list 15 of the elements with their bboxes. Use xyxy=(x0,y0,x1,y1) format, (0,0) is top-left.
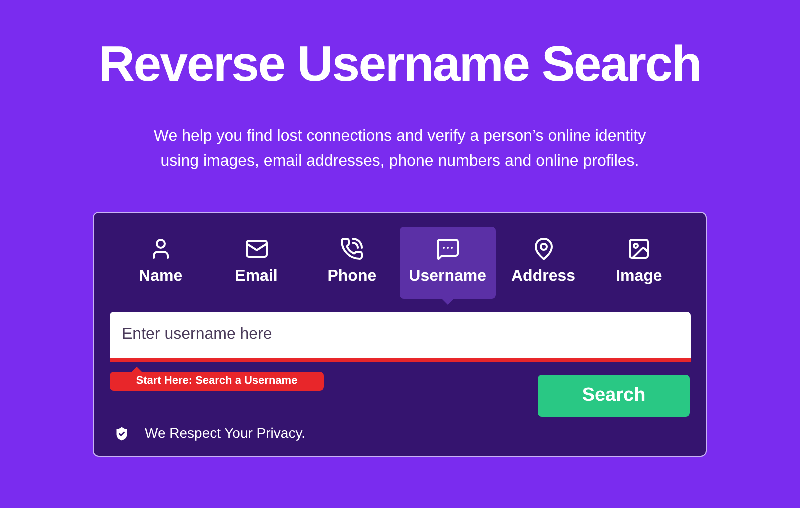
search-tab[interactable]: Image xyxy=(591,227,688,299)
privacy-note: We Respect Your Privacy. xyxy=(145,424,306,443)
page-title: Reverse Username Search xyxy=(98,35,702,94)
phone-icon xyxy=(340,237,364,261)
image-icon xyxy=(627,237,652,261)
search-tab[interactable]: Address xyxy=(496,227,592,299)
search-tab[interactable]: Email xyxy=(208,227,304,299)
tab-pointer-icon xyxy=(442,299,454,305)
search-tab[interactable]: Phone xyxy=(304,227,400,299)
envelope-icon xyxy=(244,237,268,261)
hint-label: Start Here: Search a Username xyxy=(110,372,324,391)
subtitle: We help you find lost connections and verify a person’s online identity using images, email addresses, phone numbers and online profiles. xyxy=(152,127,648,172)
chat-bubble-icon xyxy=(436,237,460,261)
username-field[interactable]: Enter username here xyxy=(110,312,691,362)
search-tab[interactable]: Name xyxy=(113,227,209,299)
